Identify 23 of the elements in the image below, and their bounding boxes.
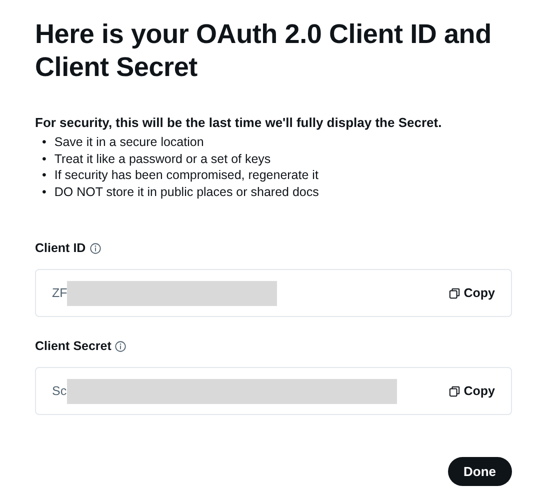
bullet-mark: • [42, 134, 46, 150]
credential-value: Sc [52, 384, 67, 398]
done-button[interactable]: Done [448, 457, 512, 486]
tip-text: Save it in a secure location [54, 134, 204, 150]
copy-button[interactable]: Copy [448, 384, 495, 398]
bullet-mark: • [42, 167, 46, 184]
dialog-title: Here is your OAuth 2.0 Client ID and Client Secret [35, 18, 492, 84]
copy-icon [448, 386, 460, 396]
tip-text: If security has been compromised, regenerate it [54, 167, 318, 184]
copy-button[interactable]: Copy [448, 286, 495, 300]
info-icon[interactable] [90, 242, 101, 254]
bullet-mark: • [42, 150, 46, 167]
info-icon[interactable] [115, 340, 126, 352]
tip-text: Treat it like a password or a set of keys [54, 150, 271, 167]
tip-text: DO NOT store it in public places or shared docs [54, 184, 319, 200]
credential-value: ZF [52, 286, 68, 300]
field-label: Client Secret [35, 339, 112, 353]
credential-field[interactable]: ZF Copy [35, 269, 512, 317]
copy-icon [448, 288, 460, 298]
bullet-mark: • [42, 184, 46, 200]
credential-field[interactable]: Sc Copy [35, 367, 512, 415]
security-notice: For security, this will be the last time we'll fully display the Secret. [35, 115, 443, 130]
field-label: Client ID [35, 241, 86, 255]
